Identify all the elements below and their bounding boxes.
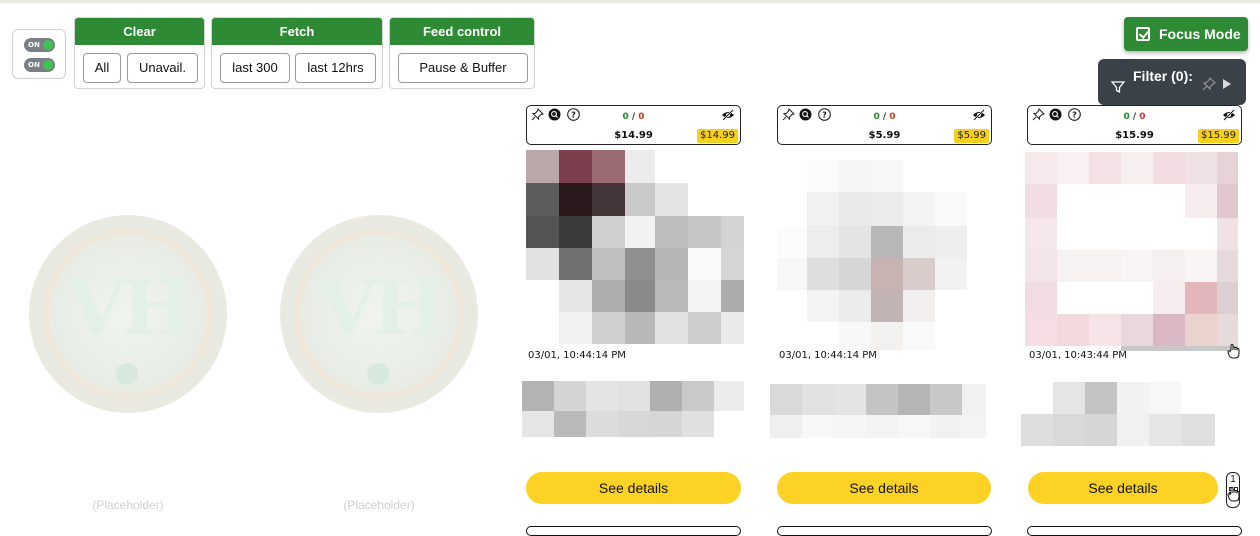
toggle-label: ON	[28, 41, 40, 49]
clear-group: Clear All Unavail.	[74, 17, 205, 89]
card-header: ? 0 / 0 $5.99 $5.99	[777, 105, 992, 145]
eye-off-icon[interactable]	[721, 109, 735, 121]
placeholder-label: (Placeholder)	[343, 498, 415, 512]
price-badge: $15.99	[1198, 129, 1239, 143]
product-image[interactable]	[526, 150, 744, 350]
logo-text: VH	[66, 263, 194, 352]
next-row-card	[777, 526, 992, 536]
placeholder-logo: VH	[29, 215, 227, 413]
card-timestamp: 03/01, 10:44:14 PM	[528, 350, 626, 361]
feed-control-title: Feed control	[390, 18, 534, 45]
clear-all-button[interactable]: All	[83, 53, 121, 83]
clear-unavailable-button[interactable]: Unavail.	[127, 53, 198, 83]
price-badge: $5.99	[954, 129, 989, 143]
see-details-button[interactable]: See details	[526, 472, 741, 504]
see-details-button[interactable]: See details	[777, 472, 991, 504]
fetch-group: Fetch last 300 last 12hrs	[211, 17, 383, 89]
checkbox-icon	[1136, 27, 1150, 41]
logo-text: VH	[317, 263, 445, 352]
hand-cursor-icon	[1227, 344, 1240, 359]
next-row-card	[1027, 526, 1242, 536]
focus-mode-label: Focus Mode	[1159, 26, 1241, 42]
product-image[interactable]	[1025, 152, 1238, 352]
vote-counts: 0 / 0	[1123, 112, 1146, 122]
grid-count: 1	[1230, 474, 1236, 485]
product-image[interactable]	[777, 160, 992, 350]
play-icon[interactable]	[1223, 79, 1231, 89]
card-header: ? 0 / 0 $15.99 $15.99	[1027, 105, 1242, 145]
card-title-blurred	[1021, 382, 1215, 446]
card-timestamp: 03/01, 10:43:44 PM	[1029, 350, 1127, 361]
card-title-blurred	[770, 384, 986, 438]
fetch-last-300-button[interactable]: last 300	[220, 53, 290, 83]
logo-gem	[367, 363, 389, 385]
filter-icon	[1111, 81, 1125, 94]
hand-cursor-icon	[1227, 487, 1240, 502]
toggle-label: ON	[28, 61, 40, 69]
eye-off-icon[interactable]	[1222, 109, 1236, 121]
fetch-last-12hrs-button[interactable]: last 12hrs	[295, 53, 376, 83]
feed-control-group: Feed control Pause & Buffer	[389, 17, 535, 89]
clear-group-title: Clear	[75, 18, 204, 45]
filter-panel[interactable]: Filter (0):	[1098, 59, 1246, 105]
card-header: ? 0 / 0 $14.99 $14.99	[526, 105, 741, 145]
toggle-switch-1[interactable]: ON	[24, 38, 55, 52]
vote-counts: 0 / 0	[622, 112, 645, 122]
toggle-switch-2[interactable]: ON	[24, 58, 55, 72]
logo-gem	[116, 363, 138, 385]
fetch-group-title: Fetch	[212, 18, 382, 45]
next-row-card	[526, 526, 741, 536]
toggle-knob	[43, 60, 53, 70]
see-details-button[interactable]: See details	[1028, 472, 1218, 504]
filter-label: Filter (0):	[1133, 68, 1193, 84]
placeholder-label: (Placeholder)	[92, 498, 164, 512]
toggle-group: ON ON	[12, 29, 66, 79]
toggle-knob	[43, 40, 53, 50]
placeholder-logo: VH	[280, 215, 478, 413]
focus-mode-button[interactable]: Focus Mode	[1124, 17, 1248, 51]
card-timestamp: 03/01, 10:44:14 PM	[779, 350, 877, 361]
top-divider	[0, 0, 1260, 3]
pin-icon[interactable]	[1202, 77, 1216, 91]
price-badge: $14.99	[697, 129, 738, 143]
vote-counts: 0 / 0	[873, 112, 896, 122]
eye-off-icon[interactable]	[972, 109, 986, 121]
card-title-blurred	[522, 381, 744, 437]
pause-buffer-button[interactable]: Pause & Buffer	[398, 53, 528, 83]
